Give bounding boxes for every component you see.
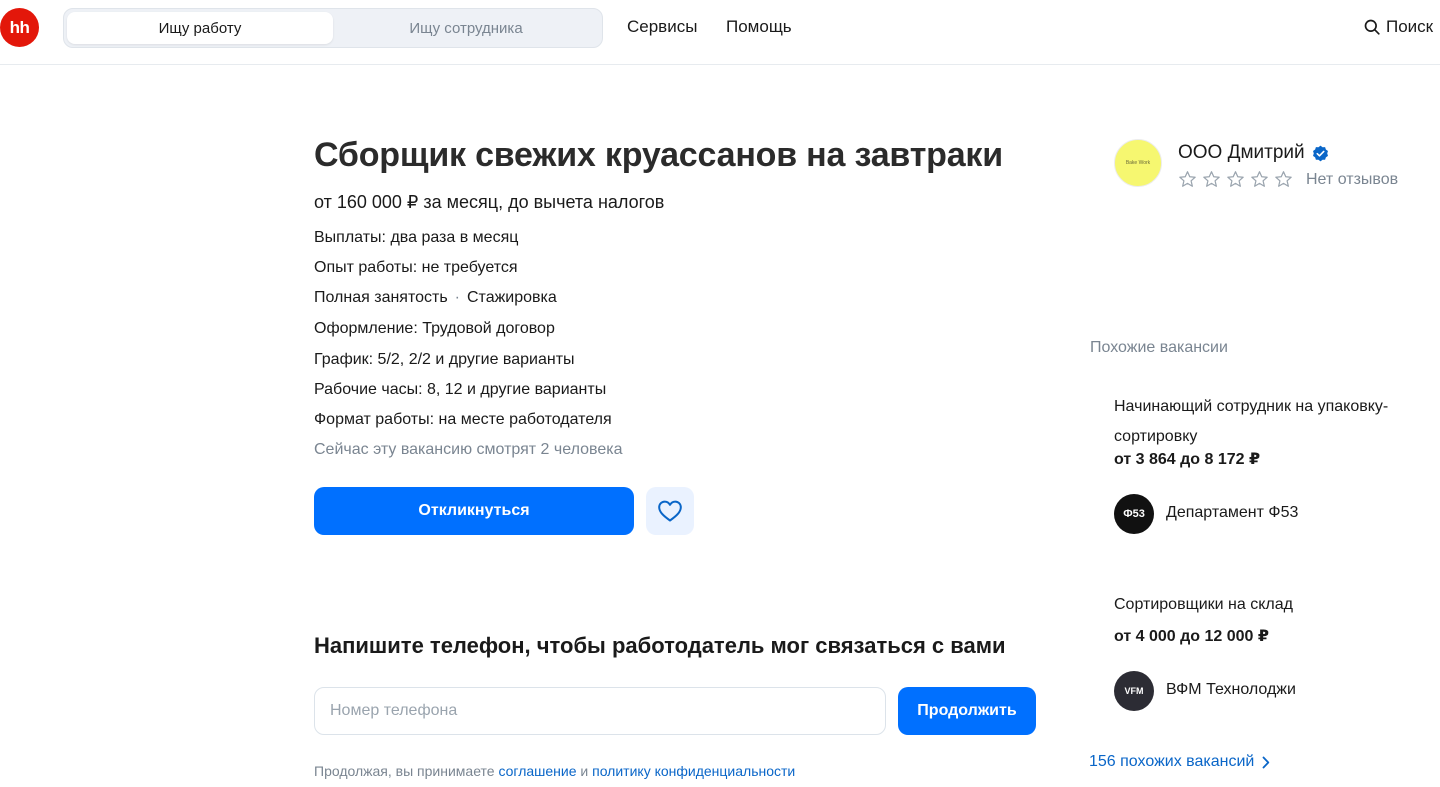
agreement-text: Продолжая, вы принимаете соглашение и по…: [314, 763, 795, 779]
employment-type: Полная занятость: [314, 289, 448, 306]
star-empty-icon: [1179, 171, 1196, 187]
similar-company-name[interactable]: Департамент Ф53: [1166, 504, 1298, 522]
tab-seek-employee[interactable]: Ищу сотрудника: [333, 12, 599, 44]
similar-vacancy-title[interactable]: Начинающий сотрудник на упаковку-сортиро…: [1114, 392, 1440, 452]
vacancy-contract: Оформление: Трудовой договор: [314, 320, 555, 337]
continue-button[interactable]: Продолжить: [898, 687, 1036, 735]
agreement-and: и: [580, 763, 589, 779]
star-empty-icon: [1275, 171, 1292, 187]
site-header: hh Ищу работу Ищу сотрудника Сервисы Пом…: [0, 0, 1440, 65]
vacancy-payments: Выплаты: два раза в месяц: [314, 229, 519, 246]
vacancy-title: Сборщик свежих круассанов на завтраки: [314, 136, 1003, 174]
similar-company-logo: Ф53: [1114, 494, 1154, 534]
heart-icon: [658, 500, 682, 522]
more-similar-vacancies-link[interactable]: 156 похожих вакансий: [1089, 753, 1270, 771]
similar-company-name[interactable]: ВФМ Технолоджи: [1166, 681, 1296, 699]
similar-vacancy-title[interactable]: Сортировщики на склад: [1114, 590, 1440, 620]
vacancy-salary: от 160 000 ₽ за месяц, до вычета налогов: [314, 192, 665, 212]
similar-company-logo: VFM: [1114, 671, 1154, 711]
hh-logo[interactable]: hh: [0, 8, 39, 47]
star-empty-icon: [1227, 171, 1244, 187]
similar-vacancy-salary: от 3 864 до 8 172 ₽: [1114, 451, 1261, 468]
vacancy-hours: Рабочие часы: 8, 12 и другие варианты: [314, 381, 607, 398]
favorite-button[interactable]: [646, 487, 694, 535]
rating-stars: [1178, 170, 1293, 189]
star-empty-icon: [1203, 171, 1220, 187]
vacancy-schedule: График: 5/2, 2/2 и другие варианты: [314, 351, 575, 368]
vacancy-viewers: Сейчас эту вакансию смотрят 2 человека: [314, 441, 623, 458]
tab-seek-job[interactable]: Ищу работу: [67, 12, 333, 44]
company-name[interactable]: ООО Дмитрий: [1178, 142, 1305, 164]
nav-help[interactable]: Помощь: [726, 17, 792, 37]
vacancy-experience: Опыт работы: не требуется: [314, 259, 518, 276]
similar-vacancies-title: Похожие вакансии: [1090, 339, 1228, 356]
company-name-row[interactable]: ООО Дмитрий: [1178, 142, 1329, 164]
vacancy-work-format: Формат работы: на месте работодателя: [314, 411, 612, 428]
agreement-prefix: Продолжая, вы принимаете: [314, 763, 495, 779]
employment-extra: Стажировка: [467, 289, 557, 306]
phone-form-heading: Напишите телефон, чтобы работодатель мог…: [314, 633, 1006, 658]
role-switcher: Ищу работу Ищу сотрудника: [63, 8, 603, 48]
more-similar-label: 156 похожих вакансий: [1089, 753, 1255, 770]
search-icon: [1364, 19, 1380, 35]
agreement-link[interactable]: соглашение: [498, 763, 576, 779]
company-logo[interactable]: Bake Work: [1114, 139, 1162, 187]
dot-separator: ·: [454, 289, 460, 306]
search-link[interactable]: Поиск: [1364, 17, 1433, 37]
star-empty-icon: [1251, 171, 1268, 187]
phone-input[interactable]: [314, 687, 886, 735]
similar-vacancy-salary: от 4 000 до 12 000 ₽: [1114, 628, 1270, 645]
apply-button[interactable]: Откликнуться: [314, 487, 634, 535]
nav-services[interactable]: Сервисы: [627, 17, 697, 37]
privacy-policy-link[interactable]: политику конфиденциальности: [592, 763, 795, 779]
verified-badge-icon: [1312, 145, 1328, 161]
reviews-status[interactable]: Нет отзывов: [1306, 171, 1398, 189]
chevron-right-icon: [1262, 756, 1270, 768]
search-label: Поиск: [1386, 17, 1434, 36]
vacancy-employment: Полная занятость · Стажировка: [314, 289, 557, 307]
